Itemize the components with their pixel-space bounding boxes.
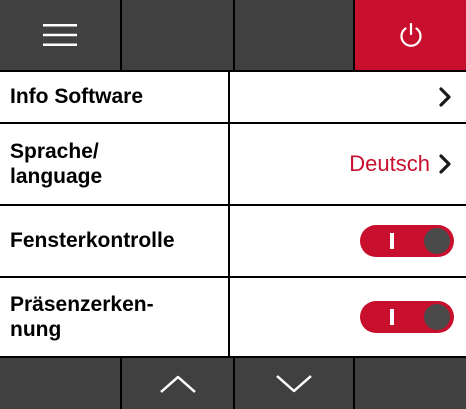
presence-detection-toggle[interactable] [360,301,454,333]
window-control-toggle[interactable] [360,225,454,257]
presence-detection-value [230,278,466,356]
language-label-line1: Sprache/ [10,139,99,163]
info-software-label: Info Software [0,72,228,122]
chevron-right-icon [439,154,451,174]
toggle-knob [424,228,450,254]
top-bar-blank-2 [235,0,353,70]
language-value[interactable]: Deutsch [230,124,466,204]
toggle-on-indicator [390,233,394,249]
language-row[interactable]: Sprache/ language Deutsch [0,124,466,204]
chevron-up-icon [159,375,196,393]
power-button[interactable] [355,0,466,70]
presence-detection-label: Präsenzerken- nung [0,278,228,356]
bottom-bar-blank-1 [0,358,120,409]
scroll-down-button[interactable] [235,358,353,409]
toggle-knob [424,304,450,330]
language-selected: Deutsch [349,151,430,176]
info-software-value[interactable] [230,72,466,122]
menu-button[interactable] [0,0,120,70]
toggle-on-indicator [390,309,394,325]
settings-screen: Info Software Sprache/ language Deutsch … [0,0,466,409]
top-bar [0,0,466,70]
bottom-bar [0,358,466,409]
window-control-row: Fensterkontrolle [0,206,466,276]
scroll-up-button[interactable] [122,358,233,409]
info-software-row[interactable]: Info Software [0,72,466,122]
top-bar-blank-1 [122,0,233,70]
hamburger-icon [43,24,77,46]
language-label: Sprache/ language [0,124,228,204]
bottom-bar-blank-2 [355,358,466,409]
presence-detection-row: Präsenzerken- nung [0,278,466,356]
window-control-label: Fensterkontrolle [0,206,228,276]
presence-label-line1: Präsenzerken- [10,292,154,316]
chevron-down-icon [276,374,312,392]
chevron-right-icon [439,87,451,107]
power-icon [399,22,422,47]
presence-label-line2: nung [10,318,62,341]
window-control-value [230,206,466,276]
language-label-line2: language [10,165,103,188]
